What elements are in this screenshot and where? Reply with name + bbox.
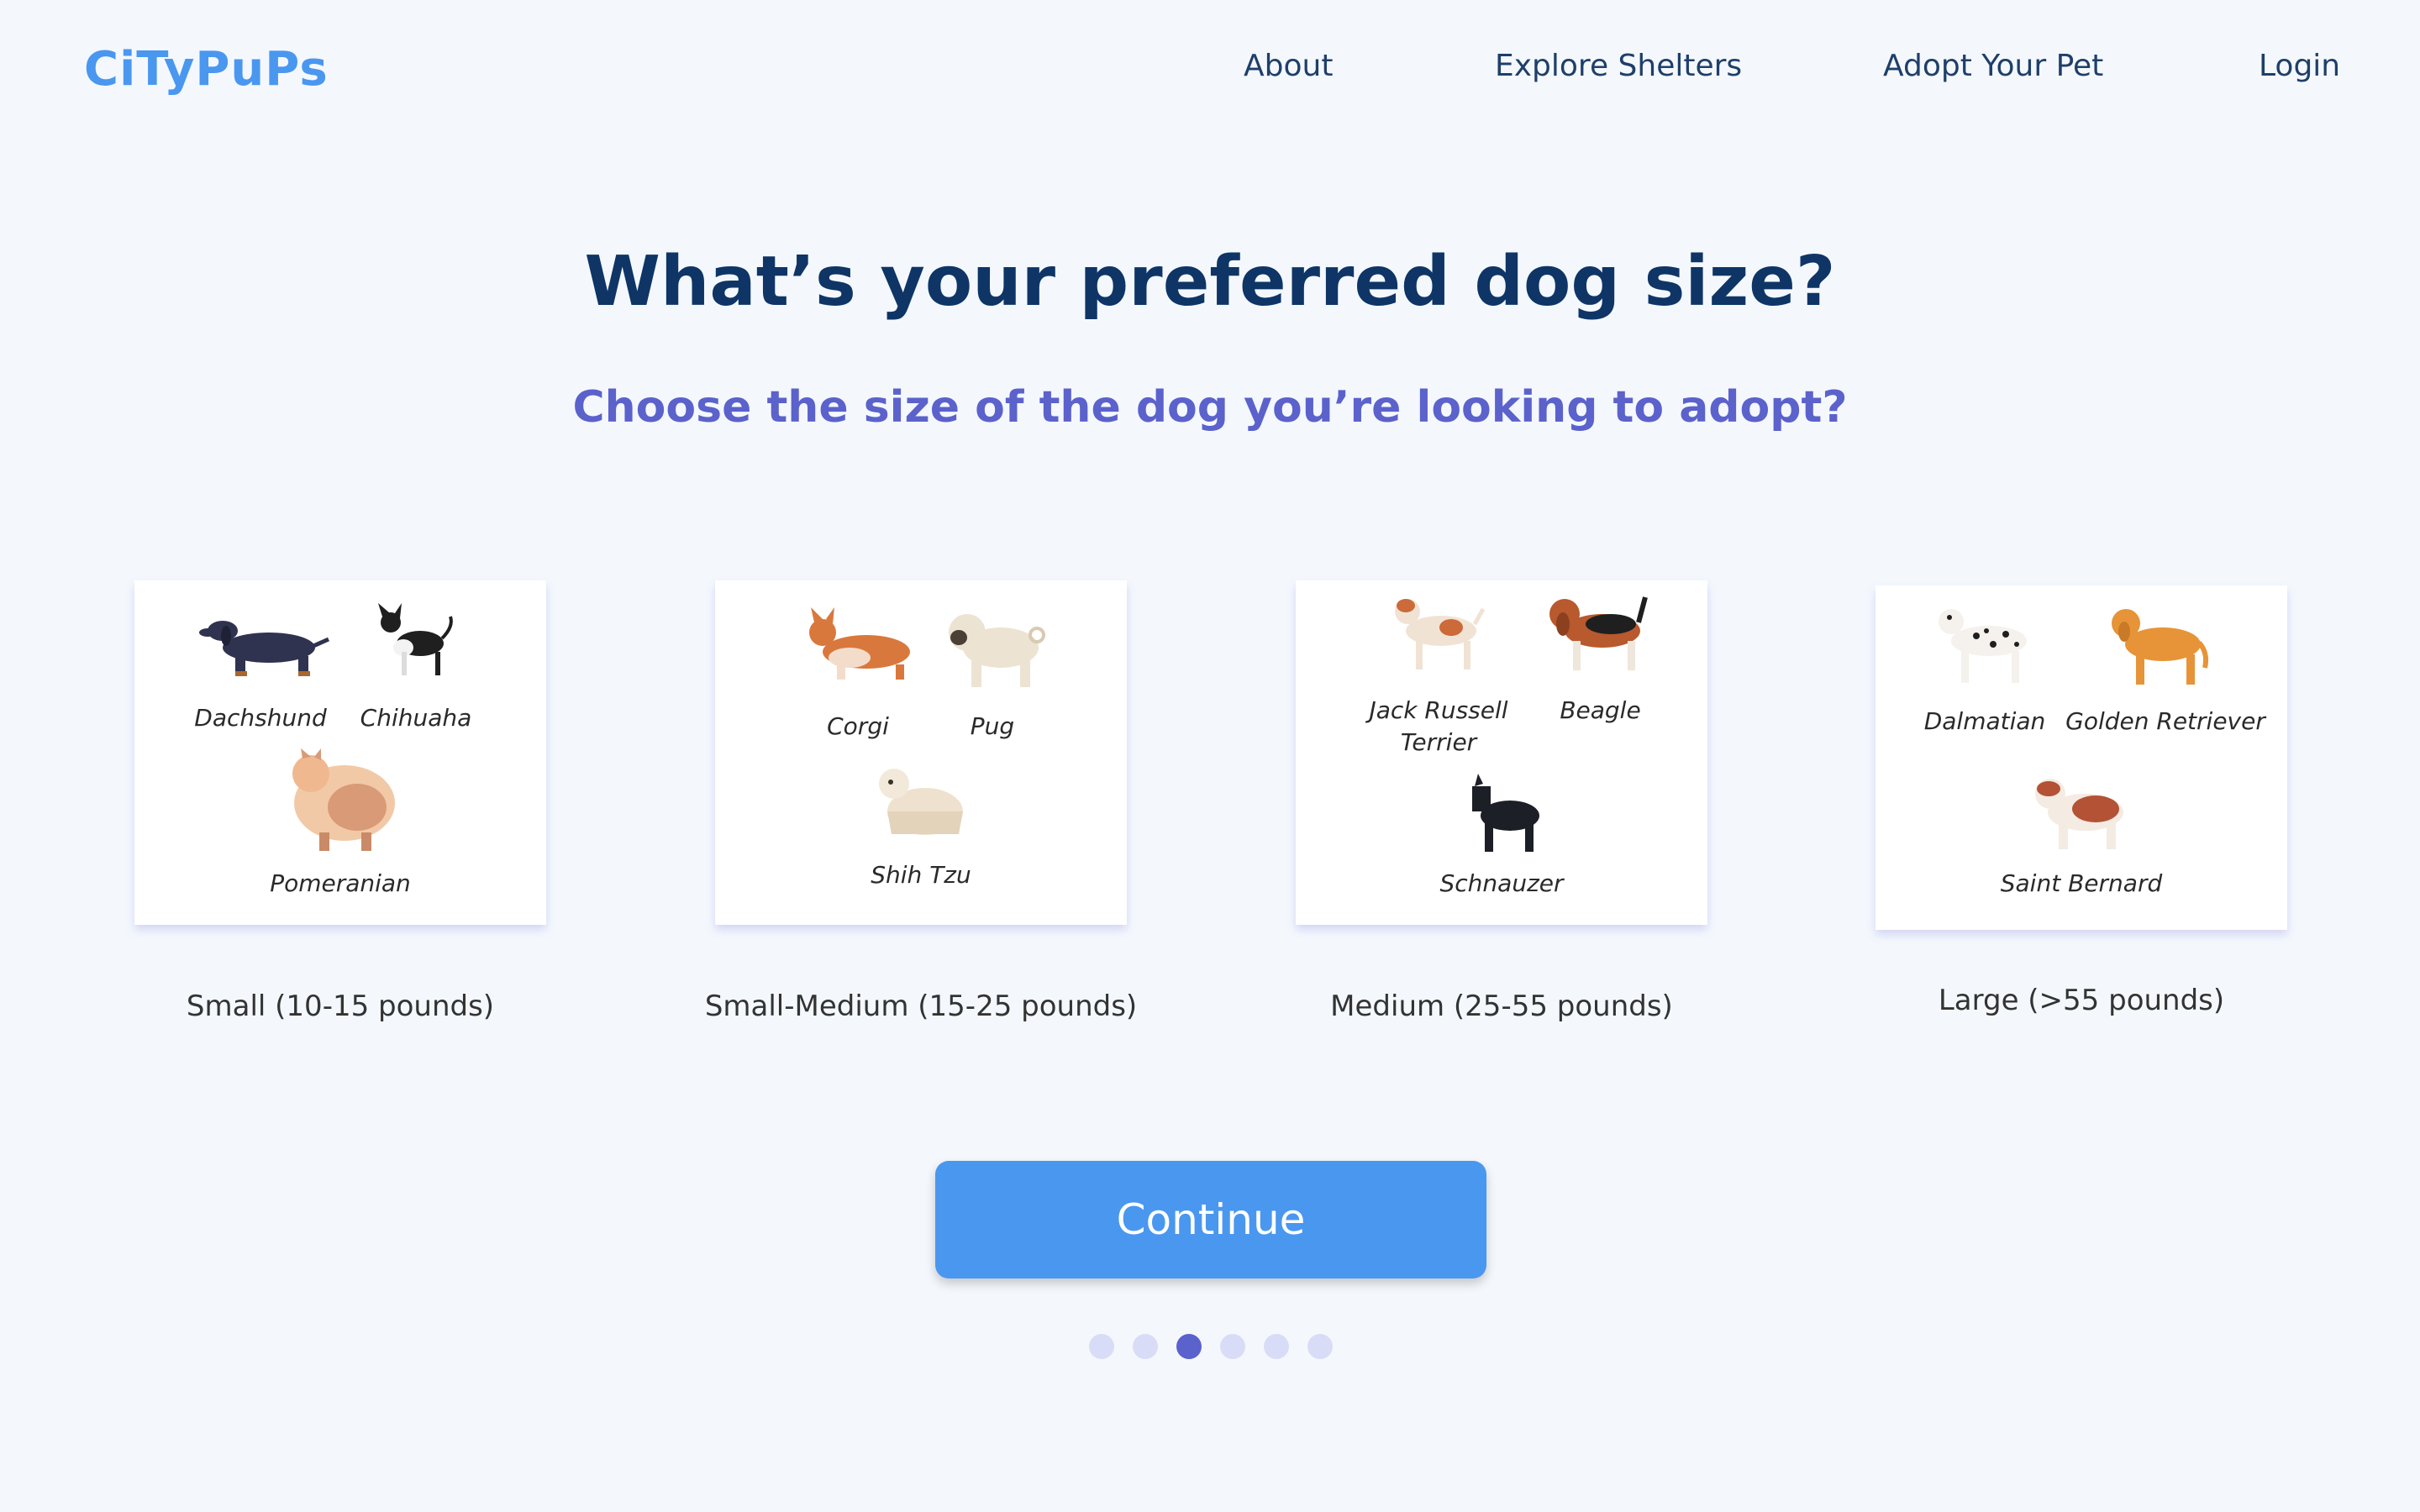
- pomeranian-icon: [292, 748, 395, 851]
- corgi-icon: [809, 607, 910, 680]
- logo[interactable]: CiTyPuPs: [84, 42, 329, 97]
- beagle-icon: [1549, 596, 1648, 670]
- pagination-dot[interactable]: [1307, 1334, 1333, 1359]
- breed-label: Pomeranian: [270, 869, 411, 897]
- golden-retriever-icon: [2112, 609, 2209, 685]
- nav-about[interactable]: About: [1244, 49, 1333, 83]
- dalmatian-icon: [1939, 609, 2027, 683]
- size-card-small-medium[interactable]: Corgi Pug Shih Tzu: [715, 580, 1127, 925]
- nav-explore-shelters[interactable]: Explore Shelters: [1495, 49, 1742, 83]
- breed-label: Chihuaha: [360, 704, 472, 732]
- dachshund-icon: [199, 621, 330, 676]
- breed-label: Dachshund: [194, 704, 327, 732]
- schnauzer-icon: [1472, 774, 1539, 852]
- size-label-small-medium: Small-Medium (15-25 pounds): [704, 990, 1138, 1023]
- breed-label: Jack Russell Terrier: [1369, 696, 1508, 756]
- size-card-small[interactable]: Dachshund Chihuaha Pomeranian: [134, 580, 546, 925]
- pagination-dot-active[interactable]: [1176, 1334, 1202, 1359]
- size-card-medium[interactable]: Jack Russell Terrier Beagle Schnauzer: [1296, 580, 1707, 925]
- size-label-large: Large (>55 pounds): [1938, 984, 2225, 1017]
- breed-label: Schnauzer: [1439, 869, 1564, 897]
- size-card-large[interactable]: Dalmatian Golden Retriever Saint Bernard: [1876, 585, 2287, 930]
- pug-icon: [949, 614, 1045, 687]
- breed-label: Pug: [970, 712, 1015, 740]
- breed-label: Dalmatian: [1923, 707, 2046, 735]
- page-title: What’s your preferred dog size?: [584, 242, 1836, 322]
- nav-adopt-your-pet[interactable]: Adopt Your Pet: [1883, 49, 2103, 83]
- pagination-dot[interactable]: [1264, 1334, 1289, 1359]
- breed-label: Corgi: [827, 712, 889, 740]
- pagination-dot[interactable]: [1133, 1334, 1158, 1359]
- jack-russell-terrier-icon: [1395, 599, 1486, 669]
- breed-label: Golden Retriever: [2065, 707, 2265, 735]
- saint-bernard-icon: [2035, 779, 2123, 849]
- chihuahua-icon: [378, 603, 453, 675]
- continue-button[interactable]: Continue: [935, 1161, 1486, 1278]
- breed-label: Beagle: [1560, 696, 1641, 724]
- page-subtitle: Choose the size of the dog you’re lookin…: [572, 382, 1848, 433]
- size-label-small: Small (10-15 pounds): [186, 990, 495, 1023]
- breed-label: Saint Bernard: [2000, 869, 2163, 897]
- nav-login[interactable]: Login: [2259, 49, 2340, 83]
- pagination-dot[interactable]: [1220, 1334, 1245, 1359]
- pagination-dot[interactable]: [1089, 1334, 1114, 1359]
- shih-tzu-icon: [879, 769, 963, 835]
- breed-label: Shih Tzu: [871, 861, 971, 889]
- size-label-medium: Medium (25-55 pounds): [1330, 990, 1673, 1023]
